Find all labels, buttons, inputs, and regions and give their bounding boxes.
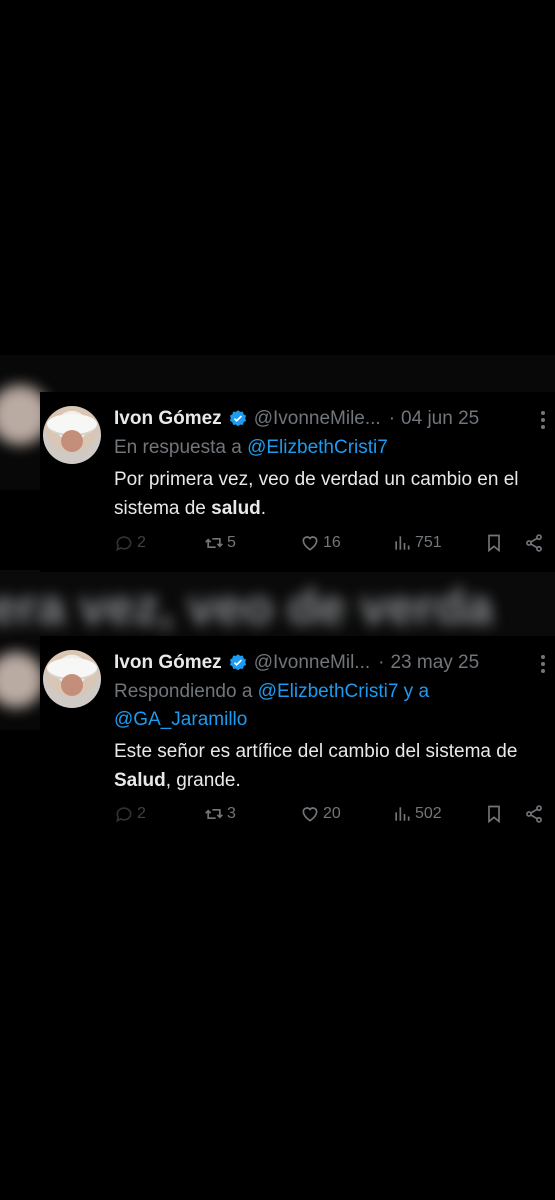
avatar[interactable]	[43, 406, 101, 464]
separator-dot: ·	[378, 652, 385, 673]
views-chart-icon	[395, 536, 410, 550]
retweet-button[interactable]: 5	[204, 533, 236, 553]
views-button[interactable]: 502	[392, 804, 442, 824]
author-name[interactable]: Ivon Gómez	[114, 408, 222, 430]
more-options-icon[interactable]	[541, 652, 545, 676]
tweet-actions: 2 3 20 502	[114, 804, 555, 832]
retweet-icon	[205, 538, 223, 548]
blurred-background-middle: era vez, veo de verda	[0, 570, 555, 640]
reply-prefix: En respuesta a	[114, 437, 242, 458]
tweet-text: Por primera vez, veo de verdad un cambio…	[114, 465, 545, 523]
verified-badge-icon	[229, 654, 246, 671]
author-name[interactable]: Ivon Gómez	[114, 652, 222, 674]
bookmark-icon	[488, 534, 500, 553]
reply-count: 2	[137, 534, 146, 551]
tweet-text-bold: salud	[211, 498, 261, 519]
tweet-1[interactable]: Ivon Gómez @IvonneMile... · 04 jun 25 En…	[40, 392, 555, 572]
more-options-icon[interactable]	[541, 408, 545, 432]
share-button[interactable]	[524, 804, 547, 824]
like-count: 20	[323, 805, 341, 822]
reply-icon	[116, 807, 132, 823]
views-count: 502	[415, 805, 442, 822]
share-icon	[526, 534, 542, 552]
reply-button[interactable]: 2	[114, 533, 146, 553]
reply-context: Respondiendo a @ElizbethCristi7 y a @GA_…	[114, 678, 545, 734]
like-button[interactable]: 20	[300, 804, 341, 824]
tweet-text-part: Por primera vez, veo de verdad un cambio…	[114, 469, 519, 519]
tweet-2[interactable]: Ivon Gómez @IvonneMil... · 23 may 25 Res…	[40, 636, 555, 846]
share-button[interactable]	[524, 533, 547, 553]
heart-icon	[302, 536, 318, 551]
bookmark-button[interactable]	[484, 804, 507, 824]
like-button[interactable]: 16	[300, 533, 341, 553]
like-count: 16	[323, 534, 341, 551]
tweet-text-part: Este señor es artífice del cambio del si…	[114, 741, 518, 762]
bookmark-button[interactable]	[484, 533, 507, 553]
views-count: 751	[415, 534, 442, 551]
retweet-button[interactable]: 3	[204, 804, 236, 824]
verified-badge-icon	[229, 410, 246, 427]
author-handle[interactable]: @IvonneMile...	[254, 408, 381, 430]
tweet-text-end: , grande.	[165, 770, 241, 791]
bookmark-icon	[488, 805, 500, 824]
blurred-tweet-text: era vez, veo de verda	[0, 579, 494, 635]
share-icon	[526, 805, 542, 823]
views-chart-icon	[395, 807, 410, 821]
reply-mention-link-2[interactable]: @GA_Jaramillo	[114, 709, 247, 730]
author-handle[interactable]: @IvonneMil...	[254, 652, 370, 674]
reply-prefix: Respondiendo a	[114, 681, 253, 702]
retweet-count: 3	[227, 805, 236, 822]
reply-context: En respuesta a @ElizbethCristi7	[114, 434, 545, 462]
separator-dot: ·	[388, 408, 396, 429]
tweet-actions: 2 5 16 751	[114, 533, 555, 561]
reply-count: 2	[137, 805, 146, 822]
tweet-text-end: .	[260, 498, 267, 519]
heart-icon	[302, 807, 318, 822]
reply-icon	[116, 536, 132, 552]
tweet-header: Ivon Gómez @IvonneMile... · 04 jun 25	[114, 406, 555, 432]
retweet-icon	[205, 809, 223, 819]
tweet-date[interactable]: 04 jun 25	[401, 408, 479, 430]
tweet-date[interactable]: 23 may 25	[390, 652, 479, 674]
reply-mention-link[interactable]: @ElizbethCristi7	[247, 437, 388, 458]
avatar[interactable]	[43, 650, 101, 708]
retweet-count: 5	[227, 534, 236, 551]
views-button[interactable]: 751	[392, 533, 442, 553]
reply-mention-link[interactable]: @ElizbethCristi7 y a	[258, 681, 429, 702]
reply-button[interactable]: 2	[114, 804, 146, 824]
tweet-header: Ivon Gómez @IvonneMil... · 23 may 25	[114, 650, 555, 676]
tweet-text-bold: Salud	[114, 770, 166, 791]
tweet-text: Este señor es artífice del cambio del si…	[114, 737, 545, 795]
